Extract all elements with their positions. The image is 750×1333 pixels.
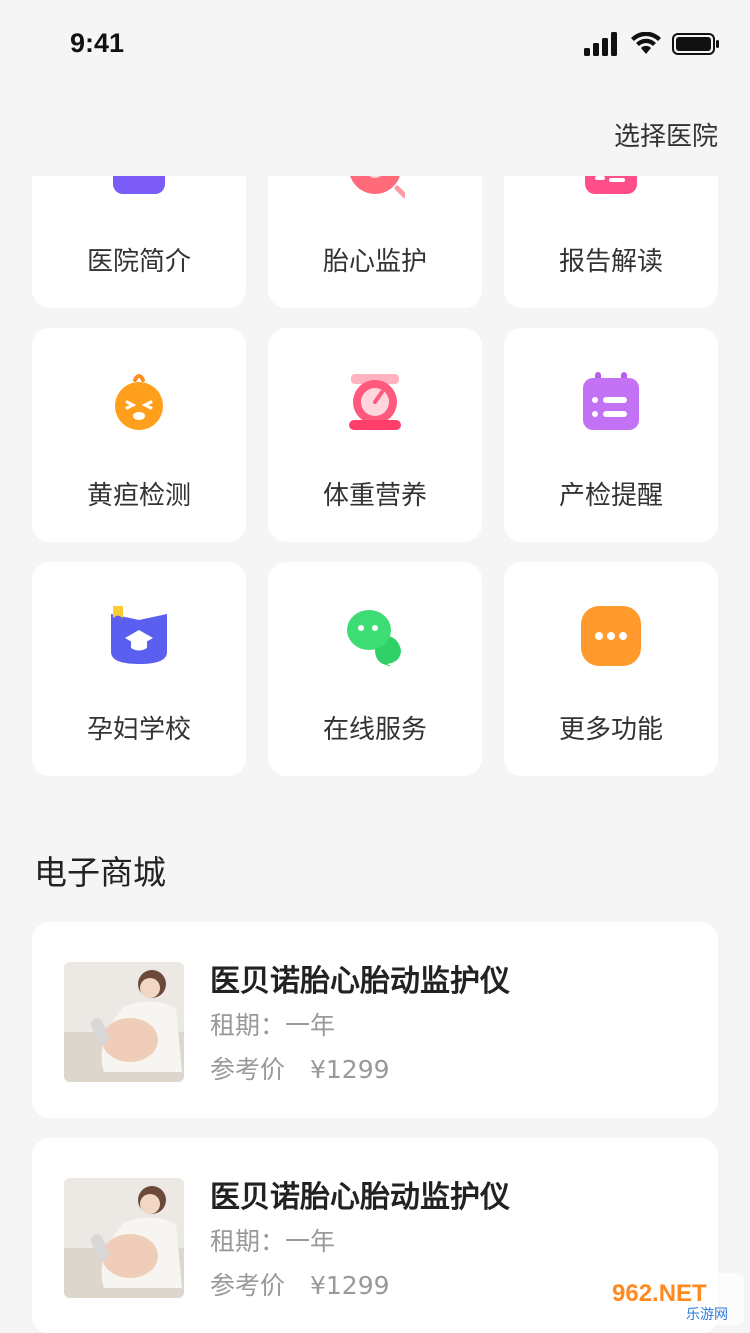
report-icon	[585, 176, 637, 194]
calendar-icon	[583, 372, 639, 430]
status-bar: 9:41	[0, 0, 750, 90]
tile-label: 医院简介	[86, 247, 191, 277]
product-price: 参考价 ¥1299	[210, 1271, 390, 1300]
more-icon	[581, 606, 641, 666]
scale-icon	[349, 374, 401, 430]
status-time: 9:41	[70, 28, 125, 58]
tile-more-functions[interactable]: 更多功能	[504, 562, 718, 776]
mall-section-title: 电子商城	[34, 853, 166, 892]
tile-label: 胎心监护	[322, 247, 427, 277]
signal-icon	[584, 32, 617, 56]
function-grid: 医院简介 胎心监护 报告解读 黄疸检测 体重营养 产检提醒 孕妇学校 在线服务 …	[0, 176, 750, 786]
product-name: 医贝诺胎心胎动监护仪	[210, 964, 510, 999]
tile-hospital-info[interactable]: 医院简介	[32, 176, 246, 308]
tile-label: 更多功能	[558, 715, 663, 745]
select-hospital-button[interactable]: 选择医院	[614, 116, 718, 153]
tile-label: 报告解读	[558, 247, 663, 277]
watermark-sub: 乐游网	[686, 1307, 728, 1323]
product-name: 医贝诺胎心胎动监护仪	[210, 1180, 510, 1215]
tile-label: 黄疸检测	[86, 481, 191, 511]
watermark-text: 962.NET	[612, 1280, 707, 1307]
tile-pregnancy-school[interactable]: 孕妇学校	[32, 562, 246, 776]
wifi-icon	[631, 32, 661, 54]
product-price: 参考价 ¥1299	[210, 1055, 390, 1084]
fetal-heart-icon	[350, 176, 405, 198]
tile-label: 体重营养	[322, 481, 427, 511]
tile-report[interactable]: 报告解读	[504, 176, 718, 308]
product-image	[64, 962, 184, 1082]
tile-jaundice[interactable]: 黄疸检测	[32, 328, 246, 542]
watermark-logo: 962.NET 乐游网	[604, 1273, 744, 1325]
tile-fetal-heart[interactable]: 胎心监护	[268, 176, 482, 308]
product-card[interactable]: 医贝诺胎心胎动监护仪 租期：一年 参考价 ¥1299	[32, 922, 718, 1118]
tile-label: 在线服务	[322, 715, 427, 745]
battery-icon	[672, 33, 719, 55]
tile-label: 产检提醒	[558, 481, 663, 511]
jaundice-icon	[115, 374, 163, 430]
chat-icon	[347, 610, 401, 666]
status-icons	[584, 32, 720, 56]
tile-weight[interactable]: 体重营养	[268, 328, 482, 542]
school-icon	[111, 606, 167, 664]
tile-online-service[interactable]: 在线服务	[268, 562, 482, 776]
product-image	[64, 1178, 184, 1298]
tile-label: 孕妇学校	[86, 715, 191, 745]
hospital-info-icon	[113, 176, 165, 194]
product-rental-term: 租期：一年	[210, 1011, 336, 1040]
product-rental-term: 租期：一年	[210, 1227, 336, 1256]
tile-checkup-reminder[interactable]: 产检提醒	[504, 328, 718, 542]
